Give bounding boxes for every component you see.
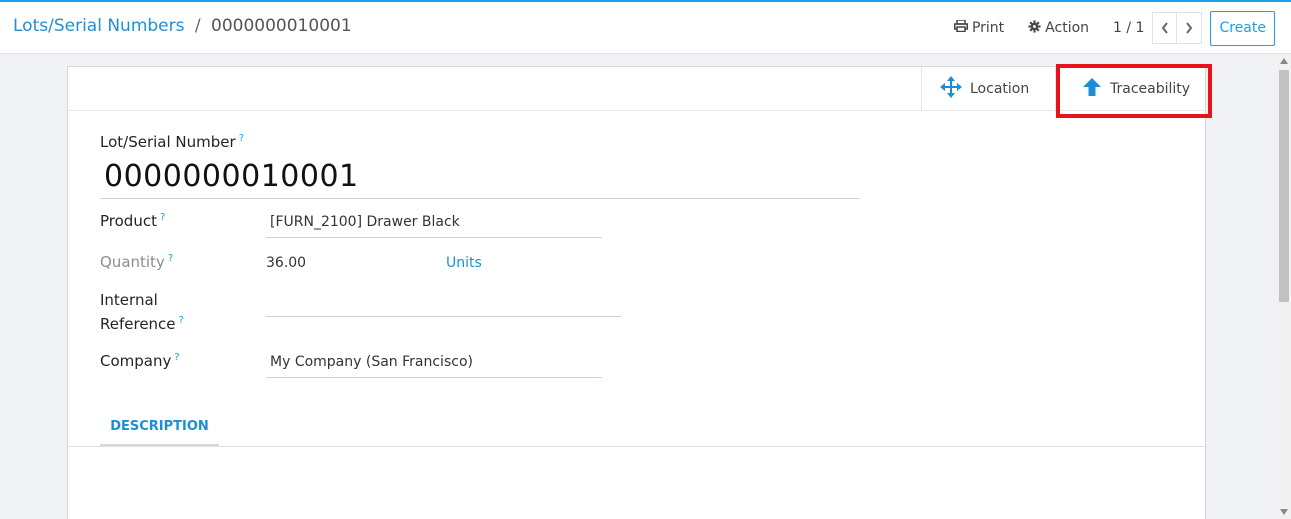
internal-reference-underline (266, 316, 621, 317)
scroll-up-arrow-icon[interactable] (1280, 58, 1288, 64)
form-sheet: Location Traceability Lot/Serial Number?… (67, 66, 1206, 519)
internal-reference-label: Reference? (100, 315, 184, 333)
smart-button-box: Location Traceability (68, 67, 1205, 111)
quantity-label: Quantity? (100, 253, 174, 271)
print-button[interactable]: Print (953, 19, 1005, 36)
chevron-left-icon (1161, 19, 1169, 38)
internal-reference-input[interactable] (270, 295, 620, 315)
printer-icon (953, 19, 972, 36)
chevron-right-icon (1185, 19, 1193, 38)
scroll-down-arrow-icon[interactable] (1280, 509, 1288, 515)
help-tooltip-icon[interactable]: ? (168, 253, 173, 264)
arrow-up-icon (1082, 77, 1110, 101)
breadcrumb-separator: / (194, 16, 201, 36)
product-label: Product? (100, 212, 166, 230)
company-underline (266, 377, 602, 378)
quantity-uom-link[interactable]: Units (446, 255, 482, 271)
traceability-label: Traceability (1110, 80, 1191, 97)
scrollbar-thumb[interactable] (1279, 70, 1289, 302)
print-label: Print (971, 20, 1005, 36)
lot-serial-number-input[interactable]: 0000000010001 (104, 159, 359, 194)
create-button[interactable]: Create (1210, 10, 1275, 46)
product-field[interactable]: [FURN_2100] Drawer Black (270, 214, 460, 230)
product-underline (266, 237, 602, 238)
breadcrumb: Lots/Serial Numbers / 0000000010001 (13, 16, 352, 36)
lot-serial-label: Lot/Serial Number? (100, 133, 244, 151)
help-tooltip-icon[interactable]: ? (160, 212, 165, 223)
action-label: Action (1045, 20, 1090, 36)
arrows-move-icon (940, 75, 970, 102)
lot-serial-underline (100, 198, 860, 199)
internal-reference-label-line1: Internal (100, 291, 158, 309)
toolbar-right: Print Action 1 / 1 Create (953, 10, 1275, 46)
tab-divider (68, 446, 1205, 447)
help-tooltip-icon[interactable]: ? (174, 352, 179, 363)
pager-next-button[interactable] (1177, 12, 1203, 44)
action-button[interactable]: Action (1028, 19, 1090, 37)
traceability-smart-button[interactable]: Traceability (1055, 67, 1207, 110)
page-scrollbar[interactable] (1277, 54, 1291, 519)
control-panel: Lots/Serial Numbers / 0000000010001 Prin… (0, 0, 1291, 54)
breadcrumb-current: 0000000010001 (211, 16, 352, 36)
breadcrumb-parent-link[interactable]: Lots/Serial Numbers (13, 16, 184, 36)
quantity-value: 36.00 (266, 255, 307, 271)
company-field[interactable]: My Company (San Francisco) (270, 354, 473, 370)
pager-previous-button[interactable] (1152, 12, 1178, 44)
location-label: Location (970, 80, 1030, 97)
pager-buttons (1152, 12, 1203, 44)
pager-value[interactable]: 1 / 1 (1113, 20, 1144, 36)
help-tooltip-icon[interactable]: ? (239, 133, 244, 144)
help-tooltip-icon[interactable]: ? (179, 315, 184, 326)
location-smart-button[interactable]: Location (921, 67, 1055, 110)
tab-description[interactable]: DESCRIPTION (100, 409, 219, 446)
company-label: Company? (100, 352, 180, 370)
gear-icon (1028, 19, 1045, 37)
